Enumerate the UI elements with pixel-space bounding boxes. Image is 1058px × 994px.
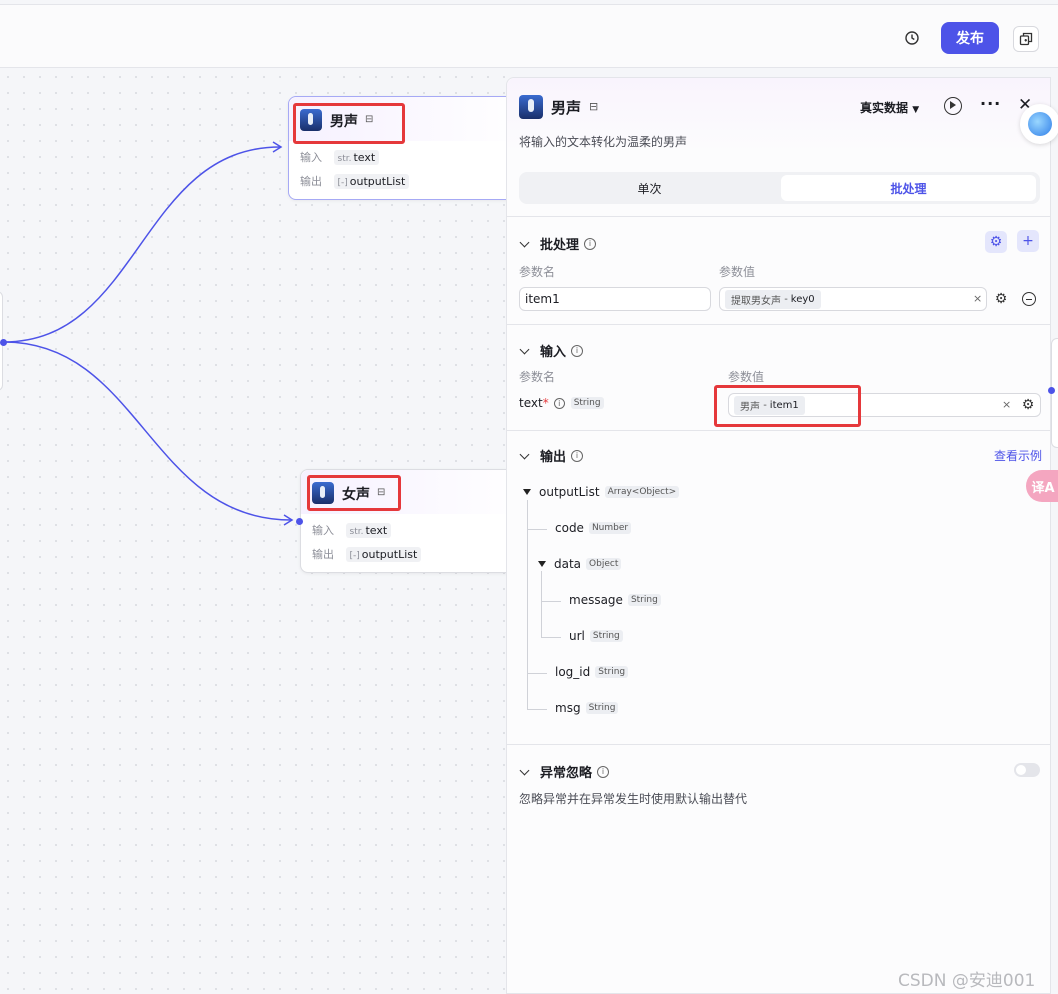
tree-line (527, 709, 547, 710)
required-mark: * (542, 396, 549, 410)
workflow-canvas[interactable]: 男声 ⊟ 输入 str. text 输出 [-] outputList 女声 ⊟ 输… (0, 69, 506, 994)
variable-ref-chip: 提取男女声 - key0 (725, 289, 821, 309)
batch-section-header[interactable]: 批处理 i (519, 234, 597, 253)
output-tag: [-] outputList (345, 547, 422, 562)
tree-line (541, 601, 561, 602)
input-section-header[interactable]: 输入 i (519, 341, 584, 360)
add-batch-param-button[interactable]: + (1017, 230, 1039, 252)
chevron-down-icon (519, 237, 530, 247)
caret-down-icon[interactable] (538, 561, 546, 567)
remove-param-icon[interactable] (1022, 292, 1036, 306)
microphone-icon (519, 95, 543, 119)
history-icon[interactable] (900, 26, 924, 50)
info-icon: i (553, 397, 565, 409)
edge-to-male-node (3, 146, 281, 343)
output-tag: [-] outputList (333, 174, 410, 189)
mode-tabs: 单次 批处理 (519, 172, 1040, 204)
output-tree-item: message String (569, 593, 661, 607)
output-tree-item: url String (569, 629, 623, 643)
info-icon: i (584, 237, 597, 250)
gear-icon[interactable]: ⚙ (1020, 397, 1036, 413)
output-tree-item: msg String (555, 701, 619, 715)
node-input-row: 输入 str. text (312, 522, 392, 538)
output-section-header[interactable]: 输出 i (519, 446, 584, 465)
exception-ignore-toggle[interactable] (1014, 763, 1040, 777)
tab-batch[interactable]: 批处理 (781, 175, 1036, 201)
highlight-box-input-value (714, 385, 861, 427)
caret-down-icon[interactable] (523, 489, 531, 495)
output-label: 输出 (300, 175, 322, 188)
exception-section-header[interactable]: 异常忽略 i (519, 762, 610, 781)
output-label: 输出 (312, 548, 334, 561)
info-icon: i (571, 344, 584, 357)
divider (507, 324, 1050, 325)
chevron-down-icon (519, 765, 530, 775)
publish-button[interactable]: 发布 (941, 22, 999, 54)
divider (507, 216, 1050, 217)
type-tag: String (570, 397, 604, 409)
node-config-panel: 男声 ⊟ 真实数据 ▼ ··· ✕ 将输入的文本转化为温柔的男声 单次 批处理 … (506, 77, 1051, 994)
chevron-down-icon (519, 449, 530, 459)
col-param-name: 参数名 (519, 265, 556, 279)
clear-icon[interactable]: × (973, 292, 982, 305)
next-node-port[interactable] (1048, 387, 1055, 394)
batch-param-value-input[interactable]: 提取男女声 - key0 (719, 287, 987, 311)
output-tree-item: code Number (555, 521, 632, 535)
translate-button[interactable]: 译A (1026, 470, 1058, 502)
divider (507, 430, 1050, 431)
batch-param-name-input[interactable]: item1 (519, 287, 711, 311)
clear-icon[interactable]: × (1002, 398, 1011, 411)
view-example-link[interactable]: 查看示例 (994, 447, 1042, 464)
param-name: text (519, 396, 543, 410)
chevron-down-icon (519, 344, 530, 354)
plugin-icon: ⊟ (589, 100, 599, 113)
top-toolbar: 发布 (0, 4, 1058, 68)
tree-line (527, 529, 547, 530)
input-param-row: text * i String (519, 396, 604, 410)
col-param-value: 参数值 (728, 370, 765, 384)
more-icon[interactable]: ··· (980, 94, 1001, 113)
tree-line (527, 500, 528, 710)
divider (507, 744, 1050, 745)
node-output-row: 输出 [-] outputList (312, 546, 422, 562)
input-label: 输入 (300, 151, 322, 164)
output-tree-item: outputList Array<Object> (523, 485, 680, 499)
node-input-row: 输入 str. text (300, 149, 380, 165)
node-output-row: 输出 [-] outputList (300, 173, 410, 189)
tree-line (527, 673, 547, 674)
assistant-icon[interactable] (1020, 104, 1058, 144)
copy-icon[interactable] (1013, 26, 1039, 52)
tree-line (541, 637, 561, 638)
edge-to-female-node (3, 341, 292, 521)
panel-title: 男声 (551, 99, 582, 117)
watermark: CSDN @安迪001 (898, 971, 1036, 991)
exception-description: 忽略异常并在异常发生时使用默认输出替代 (519, 792, 748, 806)
info-icon: i (571, 449, 584, 462)
highlight-box-male-title (293, 103, 405, 144)
batch-settings-button[interactable]: ⚙ (985, 231, 1007, 253)
highlight-box-female-title (307, 475, 401, 511)
output-tree-item: data Object (538, 557, 622, 571)
col-param-value: 参数值 (719, 265, 756, 279)
input-tag: str. text (333, 150, 380, 165)
input-label: 输入 (312, 524, 334, 537)
upstream-output-port[interactable] (0, 339, 7, 346)
panel-header: 男声 ⊟ 真实数据 ▼ ··· ✕ 将输入的文本转化为温柔的男声 (507, 78, 1050, 154)
info-icon: i (597, 765, 610, 778)
tab-single[interactable]: 单次 (522, 175, 777, 201)
female-input-port[interactable] (296, 518, 303, 525)
output-tree-item: log_id String (555, 665, 629, 679)
panel-description: 将输入的文本转化为温柔的男声 (519, 135, 688, 149)
data-mode-dropdown[interactable]: 真实数据 ▼ (860, 99, 919, 116)
col-param-name: 参数名 (519, 370, 556, 384)
gear-icon[interactable]: ⚙ (993, 291, 1009, 307)
input-tag: str. text (345, 523, 392, 538)
caret-down-icon: ▼ (912, 105, 920, 115)
run-icon[interactable] (944, 97, 962, 115)
tree-line (541, 571, 542, 637)
